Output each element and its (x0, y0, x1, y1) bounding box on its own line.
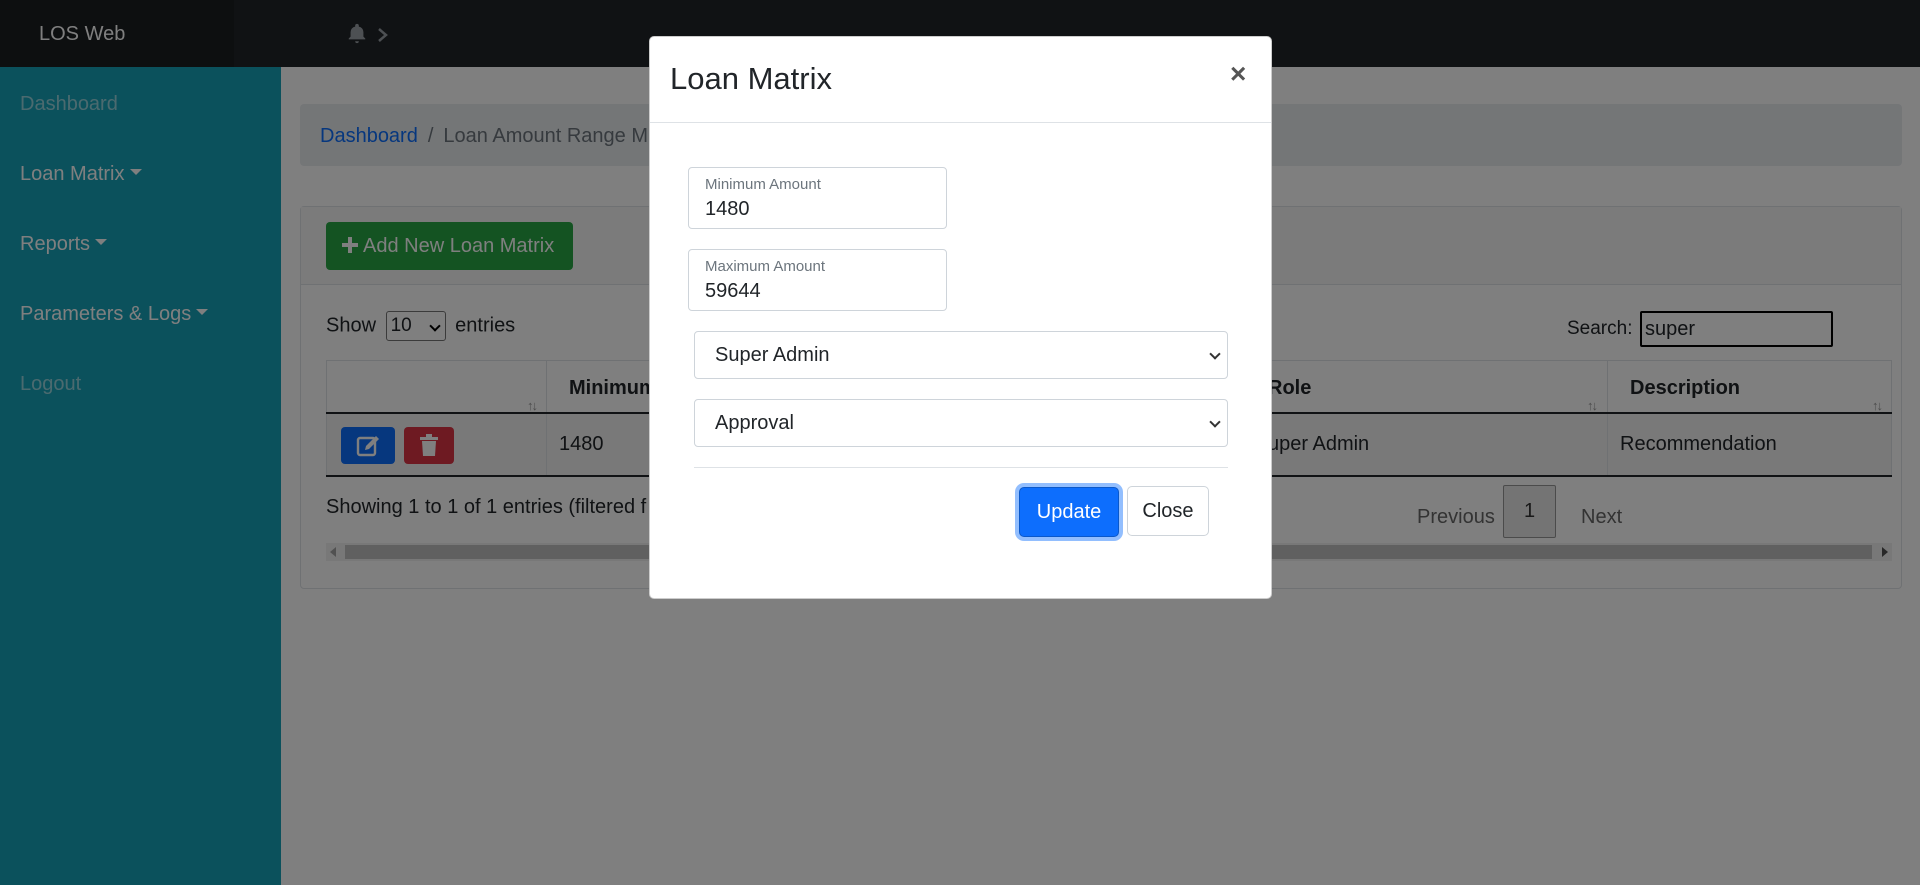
chevron-down-icon (1209, 416, 1221, 428)
maximum-amount-value: 59644 (705, 280, 761, 302)
maximum-amount-field[interactable]: Maximum Amount 59644 (688, 249, 947, 311)
type-select[interactable]: Approval (694, 399, 1228, 447)
role-select-value: Super Admin (715, 344, 830, 366)
minimum-amount-label: Minimum Amount (705, 176, 821, 193)
loan-matrix-modal: Loan Matrix × Minimum Amount 1480 Maximu… (649, 36, 1272, 599)
type-select-value: Approval (715, 412, 794, 434)
modal-title: Loan Matrix (670, 61, 832, 96)
maximum-amount-label: Maximum Amount (705, 258, 826, 275)
chevron-down-icon (1209, 348, 1221, 360)
modal-divider (694, 467, 1228, 468)
minimum-amount-field[interactable]: Minimum Amount 1480 (688, 167, 947, 229)
close-icon[interactable]: × (1230, 57, 1246, 91)
minimum-amount-value: 1480 (705, 198, 750, 220)
close-button[interactable]: Close (1127, 486, 1209, 536)
update-button[interactable]: Update (1019, 487, 1119, 537)
role-select[interactable]: Super Admin (694, 331, 1228, 379)
modal-header: Loan Matrix × (650, 37, 1271, 123)
